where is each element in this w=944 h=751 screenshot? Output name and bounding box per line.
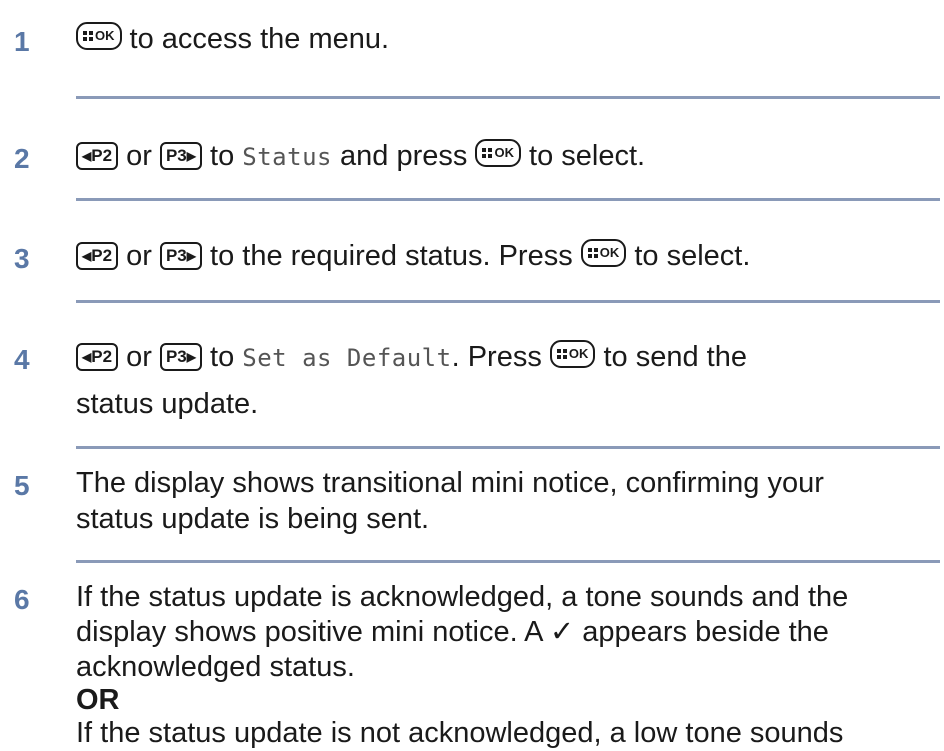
divider [76, 96, 940, 99]
step-text-line-1: The display shows transitional mini noti… [76, 467, 824, 499]
divider [76, 300, 940, 303]
divider [76, 198, 940, 201]
step-text: ◀P2 or P3▶ to the required status. Press… [76, 239, 936, 274]
step-number: 1 [14, 26, 30, 57]
step-text-line-2: status update. [76, 388, 259, 420]
step-number: 2 [14, 143, 30, 174]
step-text-segment: . Press [451, 341, 550, 373]
menu-grid-icon [587, 248, 598, 258]
step-text-line-3: acknowledged status. [76, 651, 355, 683]
step-text-line-2: status update is being sent. [76, 503, 430, 535]
step-text-line-5: If the status update is not acknowledged… [76, 717, 844, 749]
step-text-segment: to select. [520, 140, 646, 172]
menu-grid-icon [556, 349, 567, 359]
step-text-segment: to [201, 140, 243, 172]
step-number: 6 [14, 584, 30, 615]
p2-left-key-icon: ◀P2 [76, 242, 119, 270]
p2-left-key-icon: ◀P2 [76, 343, 119, 371]
divider [76, 446, 940, 449]
step-text: OK to access the menu. [76, 22, 936, 57]
step-text: ◀P2 or P3▶ to Set as Default. Press OK t… [76, 340, 936, 376]
step-text-segment: to select. [626, 240, 751, 272]
step-text-line-1: If the status update is acknowledged, a … [76, 581, 849, 613]
or-label: OR [76, 684, 120, 716]
step-text-segment: to the required status. Press [201, 240, 581, 272]
ok-menu-key-icon: OK [475, 139, 521, 167]
display-text: Set as Default [242, 344, 452, 372]
step-number: 5 [14, 470, 30, 501]
menu-grid-icon [482, 148, 493, 158]
step-number: 3 [14, 243, 30, 274]
divider [76, 560, 940, 563]
step-text-segment: or [118, 140, 160, 172]
step-text-line-2: display shows positive mini notice. A ✓ … [76, 616, 829, 648]
p2-left-key-icon: ◀P2 [76, 142, 119, 170]
step-text-segment: to access the menu. [121, 23, 390, 55]
step-text: ◀P2 or P3▶ to Status and press OK to sel… [76, 139, 936, 175]
menu-grid-icon [83, 31, 93, 41]
ok-menu-key-icon: OK [549, 340, 596, 368]
step-text-segment: and press [331, 140, 476, 172]
p3-right-key-icon: P3▶ [159, 242, 202, 270]
step-text-segment: or [118, 341, 160, 373]
step-text-segment: or [118, 240, 160, 272]
p3-right-key-icon: P3▶ [159, 142, 202, 170]
ok-menu-key-icon: OK [76, 22, 122, 50]
display-text: Status [242, 143, 332, 171]
ok-menu-key-icon: OK [580, 239, 627, 267]
step-number: 4 [14, 344, 30, 375]
step-text-segment: to [201, 341, 243, 373]
step-text-segment: to send the [595, 341, 747, 373]
p3-right-key-icon: P3▶ [159, 343, 202, 371]
